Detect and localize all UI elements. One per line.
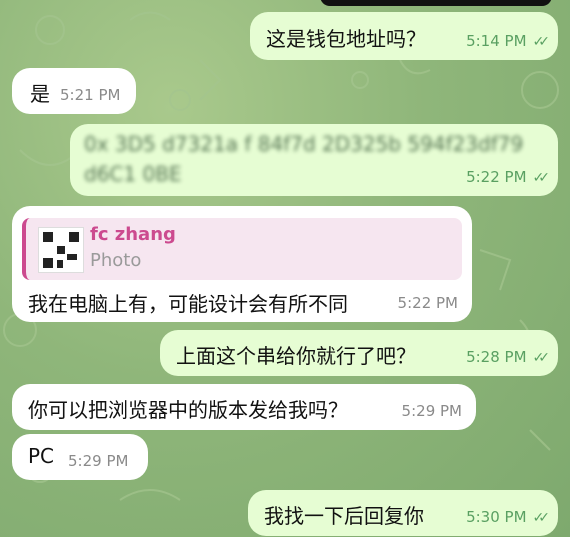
message-text: 上面这个串给你就行了吧？ [176, 344, 416, 368]
reply-author: fc zhang [90, 224, 176, 245]
message-time: 5:22 PM [397, 294, 458, 312]
message-time: 5:30 PM ✓✓ [466, 508, 551, 526]
message-time: 5:29 PM [401, 402, 462, 420]
message-bubble-incoming[interactable]: PC 5:29 PM [12, 434, 148, 480]
top-bar-edge [320, 0, 552, 6]
message-bubble-outgoing[interactable]: 这是钱包地址吗？ 5:14 PM ✓✓ [250, 12, 558, 60]
message-bubble-incoming[interactable]: 你可以把浏览器中的版本发给我吗？ 5:29 PM [12, 384, 476, 430]
wallet-address-line2: d6C1 0BE [84, 162, 182, 186]
message-time: 5:14 PM ✓✓ [466, 32, 551, 50]
message-bubble-incoming[interactable]: 是 5:21 PM [12, 68, 136, 114]
double-check-icon: ✓✓ [532, 34, 551, 50]
message-text: 我找一下后回复你 [264, 504, 424, 528]
message-time: 5:21 PM [60, 86, 121, 104]
message-text: 你可以把浏览器中的版本发给我吗？ [28, 398, 348, 422]
message-time: 5:22 PM ✓✓ [466, 168, 551, 186]
double-check-icon: ✓✓ [532, 350, 551, 366]
double-check-icon: ✓✓ [532, 170, 551, 186]
message-time: 5:28 PM ✓✓ [466, 348, 551, 366]
wallet-address-line1: 0x 3D5 d7321a f 84f7d 2D325b 594f23df79 [84, 132, 524, 156]
double-check-icon: ✓✓ [532, 510, 551, 526]
message-text: PC [28, 444, 55, 468]
message-bubble-incoming-reply[interactable]: fc zhang Photo 我在电脑上有，可能设计会有所不同 5:22 PM [12, 206, 472, 322]
message-text: 是 [30, 82, 50, 106]
message-bubble-outgoing[interactable]: 0x 3D5 d7321a f 84f7d 2D325b 594f23df79 … [70, 124, 558, 196]
message-bubble-outgoing[interactable]: 我找一下后回复你 5:30 PM ✓✓ [248, 490, 558, 536]
message-time: 5:29 PM [68, 452, 129, 470]
reply-type: Photo [90, 250, 142, 271]
message-text: 这是钱包地址吗？ [266, 27, 426, 51]
message-bubble-outgoing[interactable]: 上面这个串给你就行了吧？ 5:28 PM ✓✓ [160, 330, 558, 376]
message-text: 我在电脑上有，可能设计会有所不同 [28, 292, 348, 316]
photo-thumbnail [38, 227, 84, 273]
reply-preview[interactable]: fc zhang Photo [22, 218, 462, 280]
